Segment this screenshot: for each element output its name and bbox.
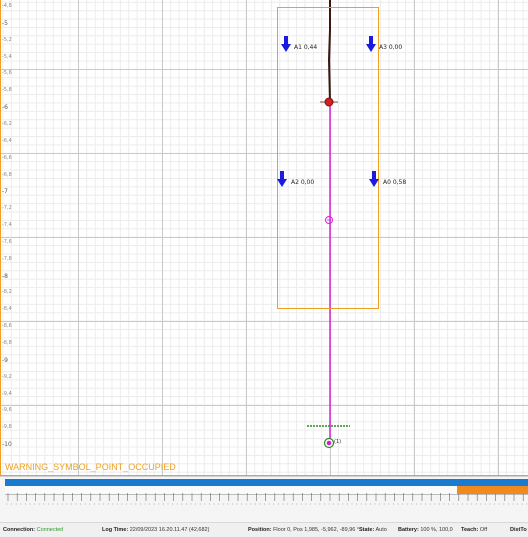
end-point-label: (1) [334,439,342,445]
antenna-a1-label: A1 0,44 [294,44,318,51]
log-time-label: Log Time: [102,527,129,533]
warning-message: WARNING_SYMBOL_POINT_OCCUPIED [5,462,176,472]
timeline-highlight-segment [457,486,528,494]
map-canvas[interactable]: -4,8 -5 -5,2 -5,4 -5,6 -5,8 -6 -6,2 -6,4 -6,6 -6,8… [0,0,528,476]
antenna-a2-label: A2 0,00 [291,179,315,186]
teach-label: Teach: [461,527,479,533]
antenna-a0-label: A0 0,58 [383,179,407,186]
state-value: Auto [375,527,387,533]
status-bar: Connection: Connected Log Time: 22/09/20… [0,522,528,537]
path-overlay [307,0,350,449]
distto-label: DistTo [510,527,527,533]
antenna-a0-arrow-icon [369,171,379,187]
robot-footprint-rect [277,7,379,309]
antenna-a3-label: A3 0,00 [379,44,403,51]
timeline-panel [0,476,528,523]
state-label: State: [359,527,375,533]
battery-label: Battery: [398,527,419,533]
position-label: Position: [248,527,272,533]
antenna-a3-arrow-icon [366,36,376,52]
log-time-value: 22/09/2023 16.20.11.47 (42,682) [129,527,210,533]
timeline-progress-bar[interactable] [5,479,528,486]
timeline-dots [6,503,528,505]
connection-status: Connected [36,527,64,533]
battery-value: 100 %, 100,0 [420,527,453,533]
position-value: Floor 0, Pos 1,985, -5,962, -89,96 ° [273,527,360,533]
antenna-a1-arrow-icon [281,36,291,52]
connection-label: Connection: [3,527,36,533]
timeline-ticks[interactable] [5,486,528,501]
teach-value: Off [479,527,488,533]
antenna-a2-arrow-icon [277,171,287,187]
